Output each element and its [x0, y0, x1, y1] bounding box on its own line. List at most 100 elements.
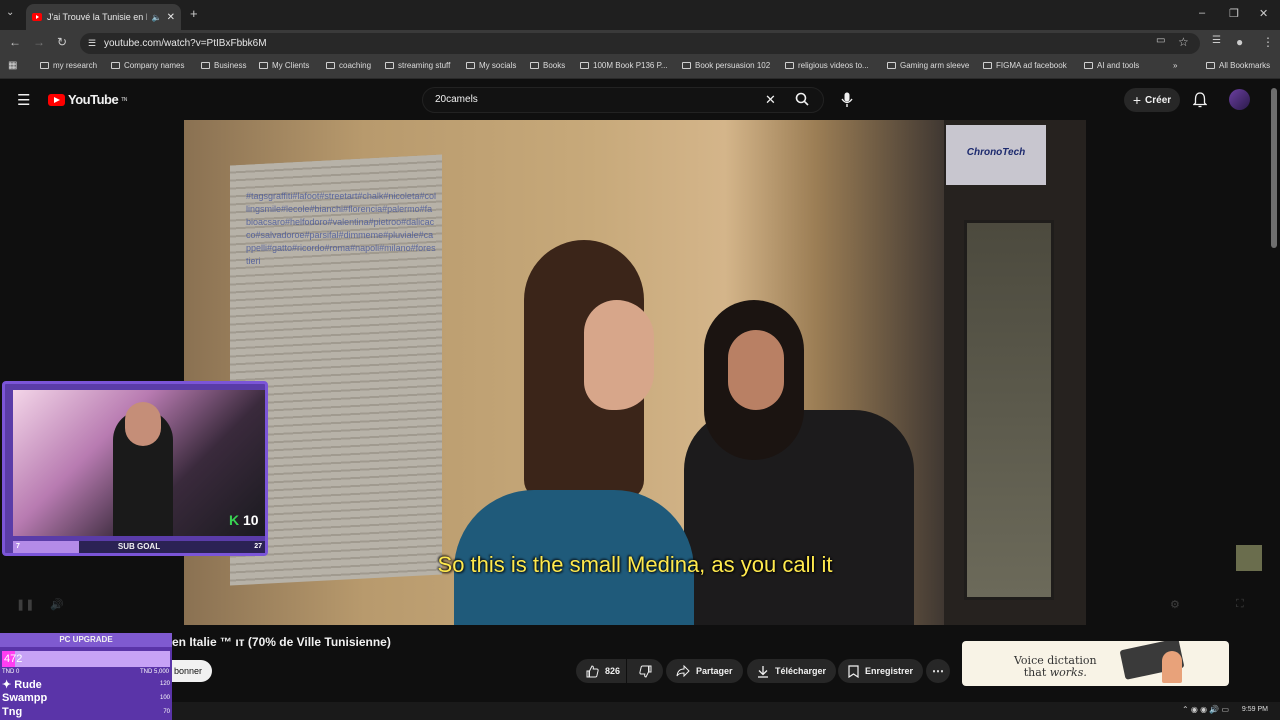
- bookmark-folder[interactable]: Company names: [111, 61, 184, 70]
- create-button[interactable]: + Créer: [1124, 88, 1180, 112]
- bookmark-label: 100M Book P136 P...: [593, 61, 668, 70]
- close-window-button[interactable]: ✕: [1259, 7, 1268, 20]
- face: [584, 300, 654, 410]
- forward-button[interactable]: →: [33, 35, 45, 49]
- bookmark-folder[interactable]: My Clients: [259, 61, 309, 70]
- download-button[interactable]: Télécharger: [747, 659, 837, 683]
- create-label: Créer: [1145, 94, 1172, 106]
- bookmark-folder[interactable]: AI and tools: [1084, 61, 1139, 70]
- folder-icon: [385, 62, 394, 69]
- bookmark-folder[interactable]: my research: [40, 61, 97, 70]
- shop-window: [964, 220, 1054, 600]
- leaderboard-row: Swampp 100: [0, 692, 172, 704]
- tab-list-chevron-icon[interactable]: ⌄: [6, 7, 14, 18]
- back-button[interactable]: ←: [9, 35, 21, 49]
- bookmark-folder[interactable]: coaching: [326, 61, 371, 70]
- bookmarks-bar: ▦ my research Company names Business My …: [0, 56, 1280, 79]
- streamer-head: [125, 402, 161, 446]
- country-code: TN: [121, 96, 127, 103]
- fullscreen-icon[interactable]: ⛶: [1236, 598, 1244, 611]
- page-scrollbar[interactable]: [1271, 88, 1277, 248]
- pc-upgrade-goal-overlay: PC UPGRADE 472 TND 0 TND 5,000 ✦ Rude 120…: [0, 633, 172, 720]
- folder-icon: [1206, 62, 1215, 69]
- ad-line-2-emphasis: works.: [1049, 666, 1087, 679]
- leader-amount: 120: [159, 681, 170, 687]
- browser-tab[interactable]: J'ai Trouvé la Tunisie en Itali 🔈 ✕: [26, 4, 181, 30]
- bookmark-folder[interactable]: religious videos to...: [785, 61, 869, 70]
- subscribe-button[interactable]: bonner: [172, 660, 212, 682]
- restore-button[interactable]: ❐: [1229, 7, 1239, 20]
- bookmark-label: FIGMA ad facebook: [996, 61, 1067, 70]
- avatar[interactable]: [1229, 89, 1250, 110]
- install-app-icon[interactable]: ▭: [1156, 35, 1165, 46]
- speaker-icon[interactable]: 🔈: [152, 13, 162, 22]
- bookmark-folder[interactable]: 100M Book P136 P...: [580, 61, 668, 70]
- settings-gear-icon[interactable]: ⚙: [1170, 598, 1180, 611]
- pause-icon[interactable]: ❚❚: [16, 598, 34, 611]
- tab-title: J'ai Trouvé la Tunisie en Itali: [47, 12, 147, 22]
- video-subtitle: So this is the small Medina, as you call…: [437, 552, 833, 577]
- all-bookmarks[interactable]: All Bookmarks: [1206, 61, 1270, 70]
- search-icon[interactable]: [795, 92, 809, 106]
- pc-upgrade-progress-bar: 472: [2, 651, 170, 667]
- bookmark-star-icon[interactable]: ☆: [1178, 35, 1189, 49]
- download-label: Télécharger: [775, 666, 827, 676]
- youtube-play-icon: [48, 93, 65, 106]
- search-input[interactable]: 20camels ✕: [422, 87, 824, 113]
- sponsored-ad-banner[interactable]: Voice dictation that works.: [962, 641, 1229, 686]
- reload-button[interactable]: ↻: [57, 35, 67, 49]
- like-count: 826: [605, 666, 621, 676]
- site-info-icon[interactable]: ☰: [88, 33, 96, 54]
- bookmark-icon: [848, 664, 859, 678]
- bookmark-folder[interactable]: streaming stuff: [385, 61, 450, 70]
- new-tab-button[interactable]: +: [190, 6, 198, 21]
- leader-name: Rude: [14, 679, 42, 691]
- leader-amount: 100: [159, 695, 170, 701]
- bookmark-folder[interactable]: My socials: [466, 61, 516, 70]
- save-button[interactable]: Enregistrer: [838, 659, 924, 683]
- more-actions-button[interactable]: ⋯: [926, 659, 950, 683]
- bookmark-label: AI and tools: [1097, 61, 1140, 70]
- leader-amount: 70: [163, 709, 170, 715]
- tray-icons[interactable]: ⌃ ◉ ◉ 🔊 ▭: [1182, 705, 1229, 714]
- share-button[interactable]: Partager: [666, 659, 743, 683]
- apps-grid-icon[interactable]: ▦: [8, 60, 17, 71]
- sub-goal-bar: 7 SUB GOAL 27: [13, 541, 265, 553]
- bookmark-folder[interactable]: Book persuasion 102: [682, 61, 770, 70]
- share-label: Partager: [696, 666, 733, 676]
- video-player[interactable]: #tagsgraffiti#lafoot#streetart#chalk#nic…: [184, 120, 1086, 625]
- voice-search-icon[interactable]: [841, 92, 853, 108]
- profile-icon[interactable]: ●: [1236, 35, 1243, 49]
- sub-goal-target: 27: [254, 543, 262, 550]
- folder-icon: [682, 62, 691, 69]
- youtube-favicon-icon: [32, 13, 42, 21]
- graffiti-hashtags: #tagsgraffiti#lafoot#streetart#chalk#nic…: [246, 191, 436, 266]
- webcam-feed: [13, 390, 265, 536]
- clear-search-icon[interactable]: ✕: [765, 88, 776, 112]
- bookmark-folder[interactable]: Books: [530, 61, 565, 70]
- ad-text: Voice dictation that works.: [1014, 655, 1097, 679]
- like-button[interactable]: 826: [576, 659, 626, 683]
- dislike-button[interactable]: [627, 659, 663, 683]
- more-bookmarks-icon[interactable]: »: [1173, 61, 1177, 70]
- volume-icon[interactable]: 🔊: [50, 598, 64, 611]
- share-arrow-icon: [676, 665, 690, 677]
- folder-icon: [1084, 62, 1093, 69]
- download-icon: [757, 665, 769, 678]
- thumbs-up-icon: [586, 664, 599, 678]
- media-controls-icon[interactable]: ☰: [1212, 35, 1221, 46]
- bookmark-folder[interactable]: Gaming arm sleeve: [887, 61, 969, 70]
- url-field[interactable]: ☰ youtube.com/watch?v=PtIBxFbbk6M: [80, 33, 1200, 54]
- channel-watermark[interactable]: [1236, 545, 1262, 571]
- sub-goal-fill: [13, 541, 79, 553]
- tab-close-icon[interactable]: ✕: [167, 12, 175, 23]
- bookmark-folder[interactable]: FIGMA ad facebook: [983, 61, 1067, 70]
- youtube-logo[interactable]: YouTube TN: [48, 92, 127, 107]
- notifications-bell-icon[interactable]: [1193, 92, 1207, 108]
- bookmark-label: My Clients: [272, 61, 310, 70]
- player-controls: ❚❚ 🔊 ⚙ ⛶: [10, 598, 1270, 614]
- hamburger-menu-icon[interactable]: ☰: [17, 91, 30, 109]
- menu-kebab-icon[interactable]: ⋮: [1262, 35, 1274, 49]
- minimize-button[interactable]: –: [1199, 7, 1205, 19]
- bookmark-folder[interactable]: Business: [201, 61, 246, 70]
